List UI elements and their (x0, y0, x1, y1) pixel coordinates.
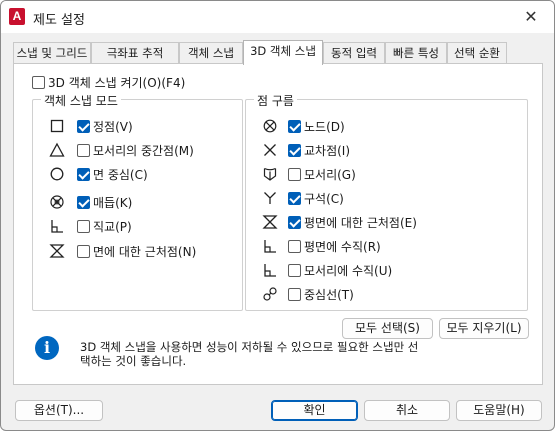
snap-center-of-face-label: 면 중심(C) (93, 167, 148, 182)
snap-centerline-row[interactable]: 중심선(T) (288, 285, 354, 303)
performance-info-text: 3D 객체 스냅을 사용하면 성능이 저하될 수 있으므로 필요한 스냅만 선 … (80, 340, 530, 368)
edge-icon (262, 166, 278, 182)
snap-perpendicular-to-edge-label: 모서리에 수직(U) (304, 263, 393, 278)
object-snap-modes-group: 객체 스냅 모드 정점(V) 모서리의 중간점(M) 면 중심(C) 매듭(K)… (32, 92, 243, 311)
circle-icon (49, 166, 65, 182)
tab-selection-cycling[interactable]: 선택 순환 (447, 42, 507, 64)
snap-edge-checkbox[interactable] (288, 167, 301, 181)
snap-node-row[interactable]: 노드(D) (288, 117, 345, 135)
3d-osnap-toggle-checkbox[interactable] (32, 75, 45, 89)
triangle-icon (49, 142, 65, 158)
snap-nearest-to-plane-label: 평면에 대한 근처점(E) (304, 215, 417, 230)
3d-osnap-toggle-label: 3D 객체 스냅 켜기(O)(F4) (48, 75, 186, 90)
window-title: 제도 설정 (33, 13, 85, 28)
snap-perpendicular-checkbox[interactable] (77, 219, 90, 233)
snap-corner-label: 구석(C) (304, 191, 344, 206)
performance-info-line-2: 택하는 것이 좋습니다. (80, 354, 187, 368)
snap-perpendicular-to-plane-label: 평면에 수직(R) (304, 239, 381, 254)
snap-corner-row[interactable]: 구석(C) (288, 189, 344, 207)
tab-3d-object-snap[interactable]: 3D 객체 스냅 (243, 40, 323, 65)
drafting-settings-dialog: A 제도 설정 ✕ 스냅 및 그리드 극좌표 추적 객체 스냅 3D 객체 스냅… (0, 0, 555, 431)
hourglass-icon (49, 243, 65, 259)
3d-osnap-toggle-row[interactable]: 3D 객체 스냅 켜기(O)(F4) (32, 73, 185, 91)
ok-button[interactable]: 확인 (271, 400, 358, 421)
snap-nearest-to-plane-checkbox[interactable] (288, 215, 301, 229)
autocad-app-icon: A (9, 8, 25, 25)
tab-dynamic-input[interactable]: 동적 입력 (323, 42, 385, 64)
snap-node-label: 노드(D) (304, 119, 345, 134)
square-icon (49, 118, 65, 134)
snap-corner-checkbox[interactable] (288, 191, 301, 205)
tab-object-snap[interactable]: 객체 스냅 (179, 42, 243, 64)
snap-nearest-to-face-checkbox[interactable] (77, 244, 90, 258)
options-button[interactable]: 옵션(T)... (15, 400, 103, 421)
snap-vertex-label: 정점(V) (93, 119, 133, 134)
snap-perpendicular-to-edge-checkbox[interactable] (288, 263, 301, 277)
snap-perpendicular-row[interactable]: 직교(P) (77, 217, 132, 235)
snap-perpendicular-label: 직교(P) (93, 219, 132, 234)
performance-info-line-1: 3D 객체 스냅을 사용하면 성능이 저하될 수 있으므로 필요한 스냅만 선 (80, 340, 419, 354)
snap-centerline-checkbox[interactable] (288, 287, 301, 301)
tab-strip: 스냅 및 그리드 극좌표 추적 객체 스냅 3D 객체 스냅 동적 입력 빠른 … (13, 40, 543, 65)
snap-nearest-to-face-label: 면에 대한 근처점(N) (93, 244, 197, 259)
tab-snap-and-grid[interactable]: 스냅 및 그리드 (13, 42, 91, 64)
snap-edge-label: 모서리(G) (304, 167, 356, 182)
snap-center-of-face-checkbox[interactable] (77, 167, 90, 181)
cancel-button[interactable]: 취소 (364, 400, 450, 421)
snap-intersection-label: 교차점(I) (304, 143, 351, 158)
snap-nearest-to-face-row[interactable]: 면에 대한 근처점(N) (77, 242, 196, 260)
object-snap-modes-title: 객체 스냅 모드 (41, 92, 121, 109)
knot-icon (49, 194, 65, 210)
node-icon (262, 118, 278, 134)
snap-midpoint-row[interactable]: 모서리의 중간점(M) (77, 141, 194, 159)
help-button[interactable]: 도움말(H) (456, 400, 542, 421)
snap-perpendicular-to-plane-row[interactable]: 평면에 수직(R) (288, 237, 381, 255)
point-cloud-group: 점 구름 노드(D) 교차점(I) 모서리(G) 구석(C) 평면에 대한 근처… (245, 92, 528, 311)
snap-knot-row[interactable]: 매듭(K) (77, 193, 132, 211)
snap-intersection-row[interactable]: 교차점(I) (288, 141, 350, 159)
select-all-button[interactable]: 모두 선택(S) (342, 318, 433, 339)
perpendicular-icon (262, 262, 278, 278)
snap-vertex-row[interactable]: 정점(V) (77, 117, 133, 135)
hourglass-icon (262, 214, 278, 230)
tab-polar-tracking[interactable]: 극좌표 추적 (91, 42, 179, 64)
snap-knot-checkbox[interactable] (77, 195, 90, 209)
snap-center-of-face-row[interactable]: 면 중심(C) (77, 165, 148, 183)
info-icon: i (35, 336, 59, 360)
perpendicular-icon (49, 218, 65, 234)
snap-intersection-checkbox[interactable] (288, 143, 301, 157)
snap-midpoint-checkbox[interactable] (77, 143, 90, 157)
title-bar: A 제도 설정 ✕ (1, 1, 554, 33)
snap-node-checkbox[interactable] (288, 119, 301, 133)
clear-all-button[interactable]: 모두 지우기(L) (439, 318, 529, 339)
point-cloud-title: 점 구름 (254, 92, 297, 109)
snap-midpoint-label: 모서리의 중간점(M) (93, 143, 194, 158)
snap-nearest-to-plane-row[interactable]: 평면에 대한 근처점(E) (288, 213, 417, 231)
perpendicular-icon (262, 238, 278, 254)
tab-quick-properties[interactable]: 빠른 특성 (385, 42, 447, 64)
snap-knot-label: 매듭(K) (93, 195, 133, 210)
corner-icon (262, 190, 278, 206)
intersection-icon (262, 142, 278, 158)
centerline-icon (262, 286, 278, 302)
tab-panel-3d-object-snap: 3D 객체 스냅 켜기(O)(F4) 객체 스냅 모드 정점(V) 모서리의 중… (13, 63, 543, 385)
snap-perpendicular-to-plane-checkbox[interactable] (288, 239, 301, 253)
snap-centerline-label: 중심선(T) (304, 287, 354, 302)
snap-edge-row[interactable]: 모서리(G) (288, 165, 356, 183)
close-button[interactable]: ✕ (518, 4, 544, 30)
snap-perpendicular-to-edge-row[interactable]: 모서리에 수직(U) (288, 261, 392, 279)
snap-vertex-checkbox[interactable] (77, 119, 90, 133)
